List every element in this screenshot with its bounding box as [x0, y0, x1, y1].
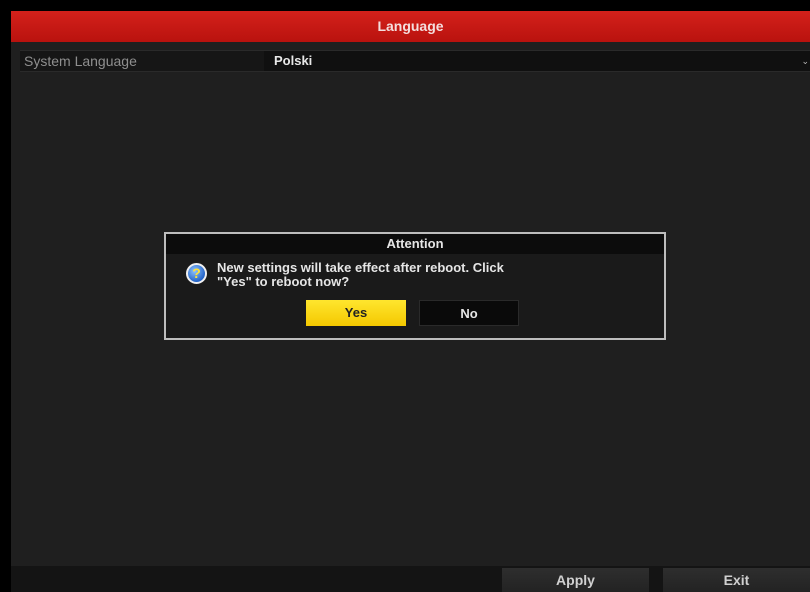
dialog-message-line-2: "Yes" to reboot now?: [217, 274, 350, 289]
system-language-label: System Language: [24, 53, 137, 69]
chevron-down-icon[interactable]: ⌄: [801, 51, 809, 71]
exit-button[interactable]: Exit: [663, 568, 810, 592]
apply-button[interactable]: Apply: [502, 568, 649, 592]
footer-bar: Apply Exit: [11, 566, 810, 592]
attention-dialog: Attention ? New settings will take effec…: [164, 232, 666, 340]
system-language-value: Polski: [274, 53, 313, 68]
dialog-message: New settings will take effect after rebo…: [217, 261, 637, 289]
system-language-dropdown[interactable]: Polski ⌄: [264, 51, 810, 71]
dialog-message-line-1: New settings will take effect after rebo…: [217, 260, 504, 275]
yes-button[interactable]: Yes: [306, 300, 406, 326]
language-settings-screen: Language System Language Polski ⌄ Attent…: [11, 11, 810, 592]
question-icon: ?: [186, 263, 207, 284]
system-language-row: System Language Polski ⌄: [20, 50, 810, 72]
dialog-title: Attention: [166, 234, 664, 254]
page-title: Language: [11, 11, 810, 42]
no-button[interactable]: No: [419, 300, 519, 326]
